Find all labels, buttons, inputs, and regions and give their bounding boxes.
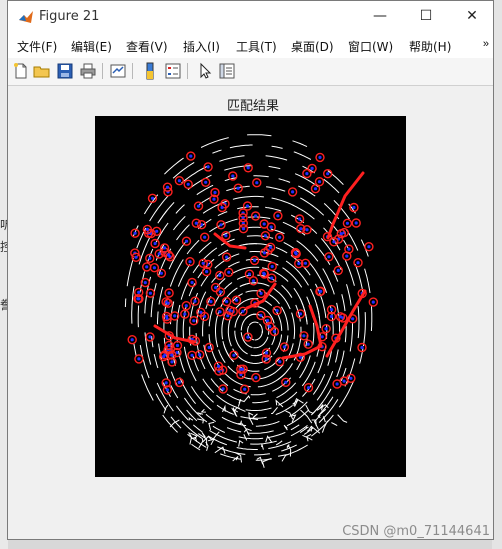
menu-edit[interactable]: 编辑(E) — [71, 38, 112, 55]
property-inspector-icon[interactable] — [218, 62, 236, 80]
print-icon[interactable] — [79, 62, 97, 80]
menu-insert[interactable]: 插入(I) — [183, 38, 220, 55]
menu-bar: 文件(F) 编辑(E) 查看(V) 插入(I) 工具(T) 桌面(D) 窗口(W… — [8, 32, 493, 58]
minimize-button[interactable]: — — [357, 1, 403, 32]
menu-view[interactable]: 查看(V) — [126, 38, 168, 55]
menu-help[interactable]: 帮助(H) — [409, 38, 451, 55]
figure-toolbar — [8, 58, 493, 86]
close-button[interactable]: ✕ — [449, 1, 495, 32]
pointer-icon[interactable] — [196, 62, 214, 80]
open-folder-icon[interactable] — [33, 62, 51, 80]
menu-tools[interactable]: 工具(T) — [236, 38, 277, 55]
matlab-app-icon — [19, 11, 33, 23]
colorbar-icon[interactable] — [141, 62, 159, 80]
save-icon[interactable] — [56, 62, 74, 80]
menu-file[interactable]: 文件(F) — [17, 38, 57, 55]
legend-icon[interactable] — [164, 62, 182, 80]
watermark: CSDN @m0_71144641 — [342, 524, 490, 539]
link-icon[interactable] — [109, 62, 127, 80]
menu-window[interactable]: 窗口(W) — [348, 38, 393, 55]
toolbar-separator — [187, 63, 188, 79]
image-axes — [95, 116, 406, 477]
menu-overflow-icon[interactable]: » — [483, 38, 489, 50]
new-figure-icon[interactable] — [12, 62, 30, 80]
figure-window: Figure 21 — ☐ ✕ 文件(F) 编辑(E) 查看(V) 插入(I) … — [7, 0, 494, 540]
window-title: Figure 21 — [39, 9, 100, 24]
figure-title: 匹配结果 — [226, 99, 279, 114]
toolbar-separator — [132, 63, 133, 79]
title-bar[interactable]: Figure 21 — ☐ ✕ — [8, 1, 493, 32]
fingerprint-match-image — [124, 134, 378, 468]
menu-desktop[interactable]: 桌面(D) — [291, 38, 334, 55]
toolbar-separator — [102, 63, 103, 79]
maximize-button[interactable]: ☐ — [403, 1, 449, 32]
minutiae-markers — [127, 151, 378, 395]
